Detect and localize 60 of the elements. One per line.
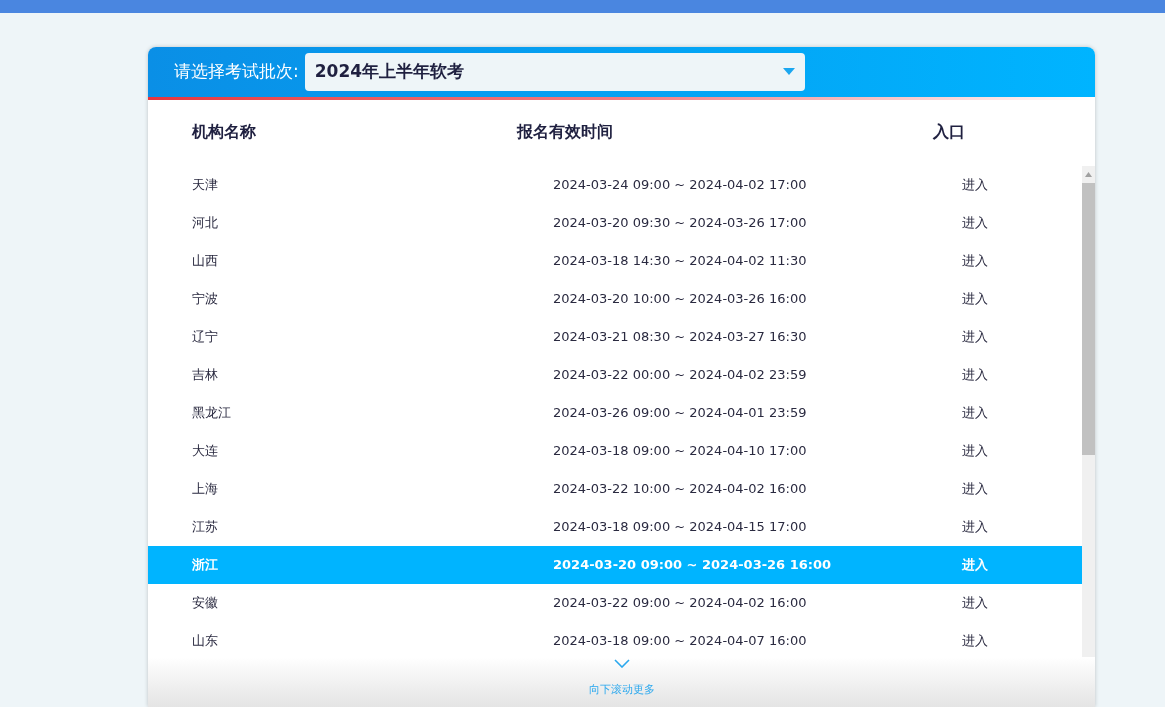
enter-link[interactable]: 进入 <box>962 479 988 499</box>
enter-link[interactable]: 进入 <box>962 593 988 613</box>
region-name: 吉林 <box>192 366 219 385</box>
region-name: 江苏 <box>192 518 219 537</box>
time-range: 2024-03-18 09:00 ~ 2024-04-15 17:00 <box>553 518 808 537</box>
table-row[interactable]: 宁波 2024-03-20 10:00 ~ 2024-03-26 16:00 进入 <box>148 280 1082 318</box>
region-name: 山西 <box>192 252 219 271</box>
table-row[interactable]: 山东 2024-03-18 09:00 ~ 2024-04-07 16:00 进入 <box>148 622 1082 657</box>
batch-select[interactable]: 2024年上半年软考 <box>304 53 805 91</box>
table-row[interactable]: 江苏 2024-03-18 09:00 ~ 2024-04-15 17:00 进入 <box>148 508 1082 546</box>
table-row[interactable]: 吉林 2024-03-22 00:00 ~ 2024-04-02 23:59 进入 <box>148 356 1082 394</box>
batch-label: 请选择考试批次: <box>174 60 299 84</box>
region-name: 宁波 <box>192 290 219 309</box>
enter-link[interactable]: 进入 <box>962 289 988 309</box>
enter-link[interactable]: 进入 <box>962 175 988 195</box>
scroll-up-icon[interactable] <box>1085 172 1092 177</box>
column-header: 报名有效时间 <box>517 120 614 143</box>
table-row[interactable]: 辽宁 2024-03-21 08:30 ~ 2024-03-27 16:30 进入 <box>148 318 1082 356</box>
time-range: 2024-03-21 08:30 ~ 2024-03-27 16:30 <box>553 328 808 347</box>
enter-link[interactable]: 进入 <box>962 631 988 651</box>
time-range: 2024-03-26 09:00 ~ 2024-04-01 23:59 <box>553 404 808 423</box>
enter-link[interactable]: 进入 <box>962 403 988 423</box>
region-name: 上海 <box>192 480 219 499</box>
table-row[interactable]: 山西 2024-03-18 14:30 ~ 2024-04-02 11:30 进入 <box>148 242 1082 280</box>
time-range: 2024-03-22 10:00 ~ 2024-04-02 16:00 <box>553 480 808 499</box>
enter-link[interactable]: 进入 <box>962 365 988 385</box>
enter-link[interactable]: 进入 <box>962 213 988 233</box>
time-range: 2024-03-20 09:00 ~ 2024-03-26 16:00 <box>553 556 833 575</box>
time-range: 2024-03-18 09:00 ~ 2024-04-07 16:00 <box>553 632 808 651</box>
table-row[interactable]: 大连 2024-03-18 09:00 ~ 2024-04-10 17:00 进入 <box>148 432 1082 470</box>
table-row[interactable]: 安徽 2024-03-22 09:00 ~ 2024-04-02 16:00 进入 <box>148 584 1082 622</box>
region-name: 河北 <box>192 214 219 233</box>
dropdown-caret-icon <box>782 68 795 76</box>
time-range: 2024-03-24 09:00 ~ 2024-04-02 17:00 <box>553 176 808 195</box>
scroll-thumb[interactable] <box>1082 183 1095 455</box>
table-row[interactable]: 天津 2024-03-24 09:00 ~ 2024-04-02 17:00 进入 <box>148 166 1082 204</box>
enter-link[interactable]: 进入 <box>962 251 988 271</box>
region-name: 天津 <box>192 176 219 195</box>
time-range: 2024-03-20 09:30 ~ 2024-03-26 17:00 <box>553 214 808 233</box>
column-header: 入口 <box>933 120 965 143</box>
region-name: 安徽 <box>192 594 219 613</box>
table-row[interactable]: 黑龙江 2024-03-26 09:00 ~ 2024-04-01 23:59 进入 <box>148 394 1082 432</box>
scrollbar[interactable] <box>1082 166 1095 657</box>
enter-link[interactable]: 进入 <box>962 441 988 461</box>
time-range: 2024-03-22 09:00 ~ 2024-04-02 16:00 <box>553 594 808 613</box>
region-name: 辽宁 <box>192 328 219 347</box>
table-row[interactable]: 河北 2024-03-20 09:30 ~ 2024-03-26 17:00 进入 <box>148 204 1082 242</box>
region-name: 大连 <box>192 442 219 461</box>
enter-link[interactable]: 进入 <box>962 327 988 347</box>
time-range: 2024-03-18 14:30 ~ 2024-04-02 11:30 <box>553 252 808 271</box>
table-row[interactable]: 上海 2024-03-22 10:00 ~ 2024-04-02 16:00 进入 <box>148 470 1082 508</box>
time-range: 2024-03-18 09:00 ~ 2024-04-10 17:00 <box>553 442 808 461</box>
chevron-down-icon[interactable] <box>613 659 630 668</box>
time-range: 2024-03-22 00:00 ~ 2024-04-02 23:59 <box>553 366 808 385</box>
region-name: 山东 <box>192 632 219 651</box>
enter-link[interactable]: 进入 <box>962 517 988 537</box>
region-name: 黑龙江 <box>192 404 232 423</box>
time-range: 2024-03-20 10:00 ~ 2024-03-26 16:00 <box>553 290 808 309</box>
column-header: 机构名称 <box>192 120 257 143</box>
region-name: 浙江 <box>192 556 219 575</box>
